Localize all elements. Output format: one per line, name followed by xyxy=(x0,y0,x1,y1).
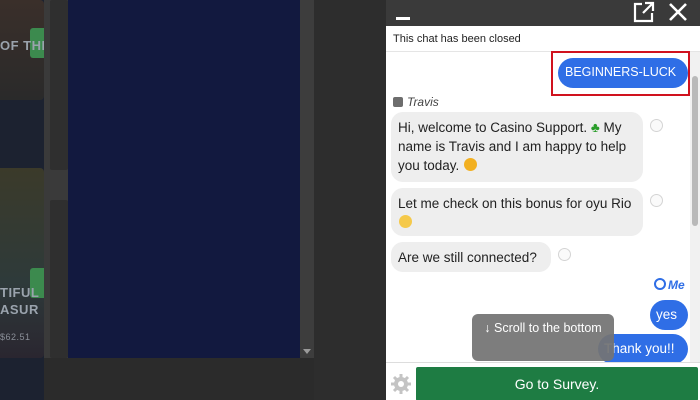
message-scrollbar[interactable] xyxy=(690,52,700,362)
popout-icon-svg xyxy=(633,1,655,23)
user-message-promo-code: BEGINNERS-LUCK xyxy=(558,58,688,88)
game-title: TIFUL xyxy=(0,285,40,300)
background-game-list: OF THE TIFUL ASUR $62.51 xyxy=(0,0,44,400)
scroll-to-bottom-button[interactable]: ↓ Scroll to the bottom xyxy=(472,314,614,361)
game-tile xyxy=(0,168,44,358)
user-avatar-icon xyxy=(654,278,666,290)
message-list: BEGINNERS-LUCK Travis Hi, welcome to Cas… xyxy=(386,51,690,364)
background-footer xyxy=(44,358,314,400)
grimace-emoji-icon xyxy=(399,214,412,228)
agent-message: Are we still connected? xyxy=(391,242,551,272)
chat-header xyxy=(386,0,700,26)
agent-name: Travis xyxy=(407,95,439,109)
agent-message: Let me check on this bonus for oyu Rio xyxy=(391,188,643,236)
background-scrollbar xyxy=(300,0,314,358)
chat-footer: Go to Survey. xyxy=(386,362,700,400)
background-gutter xyxy=(44,0,68,358)
gear-icon[interactable] xyxy=(390,373,412,395)
agent-message: Hi, welcome to Casino Support. ♣ My name… xyxy=(391,112,643,182)
close-icon[interactable] xyxy=(666,0,690,24)
reaction-icon[interactable] xyxy=(650,119,663,132)
external-link-icon[interactable] xyxy=(632,1,656,23)
jackpot-amount: $62.51 xyxy=(0,332,31,342)
user-message: yes xyxy=(650,300,688,330)
agent-avatar-icon xyxy=(393,97,403,107)
minimize-icon[interactable] xyxy=(396,17,410,20)
game-title: OF THE xyxy=(0,38,44,53)
clover-icon: ♣ xyxy=(590,120,600,135)
reaction-icon[interactable] xyxy=(558,248,571,261)
gear-icon-svg xyxy=(391,374,411,394)
game-title: ASUR xyxy=(0,302,39,317)
scroll-down-arrow-icon xyxy=(303,349,311,354)
agent-message-text: Let me check on this bonus for oyu Rio xyxy=(398,196,632,211)
background-panel xyxy=(68,0,300,358)
go-to-survey-button[interactable]: Go to Survey. xyxy=(416,367,698,400)
close-icon-svg xyxy=(669,3,687,21)
user-name-label: Me xyxy=(654,278,685,292)
smile-emoji-icon xyxy=(464,157,478,171)
chat-widget: This chat has been closed BEGINNERS-LUCK… xyxy=(386,0,700,400)
chat-closed-notice: This chat has been closed xyxy=(386,26,700,52)
scrollbar-thumb[interactable] xyxy=(692,76,698,226)
agent-message-text: Hi, welcome to Casino Support. xyxy=(398,120,588,135)
agent-name-label: Travis xyxy=(393,95,439,109)
background-margin xyxy=(314,0,386,400)
reaction-icon[interactable] xyxy=(650,194,663,207)
user-name: Me xyxy=(668,278,685,292)
